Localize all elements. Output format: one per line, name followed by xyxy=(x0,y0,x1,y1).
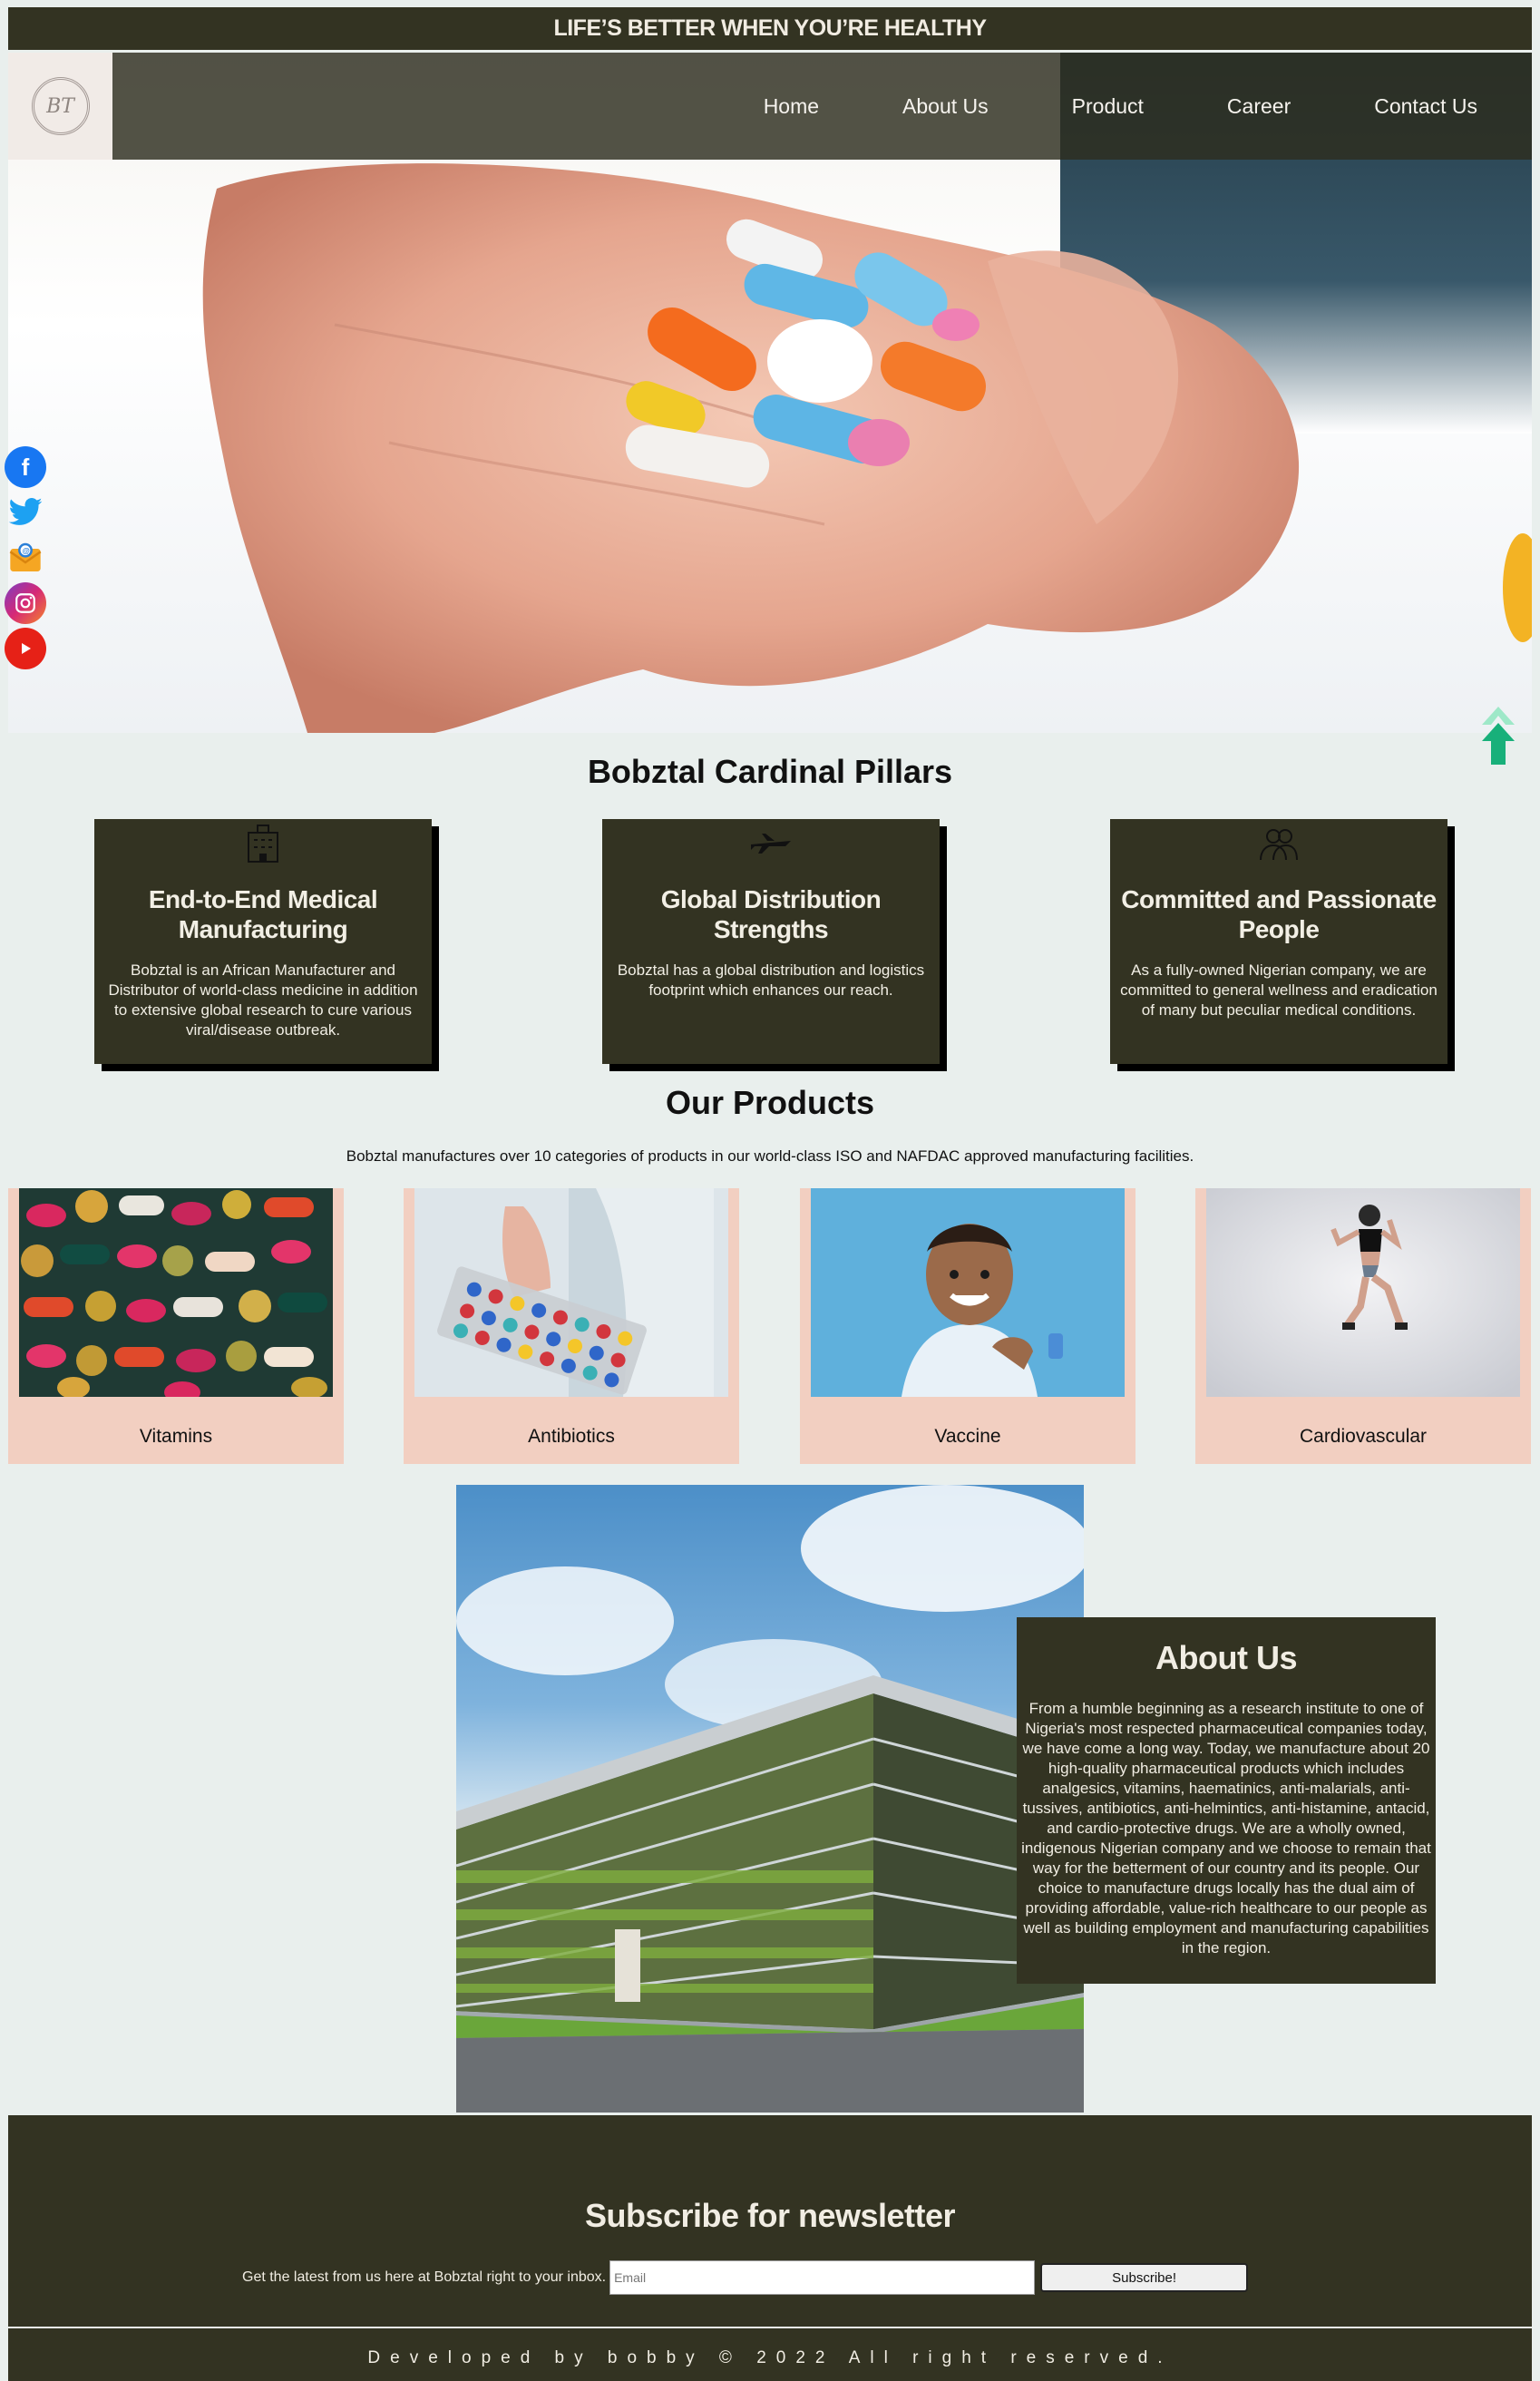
pillar-text: Bobztal has a global distribution and lo… xyxy=(617,961,925,999)
product-label: Cardiovascular xyxy=(1299,1426,1428,1447)
nav-home[interactable]: Home xyxy=(764,94,819,119)
youtube-icon[interactable] xyxy=(5,628,46,669)
product-card-vaccine[interactable]: Vaccine xyxy=(800,1188,1136,1464)
pillar-card-manufacturing: End-to-End Medical Manufacturing Bobztal… xyxy=(94,819,432,1064)
about-text: From a humble beginning as a research in… xyxy=(1021,1700,1431,1957)
product-label: Vaccine xyxy=(934,1426,1001,1447)
product-image-vaccine xyxy=(811,1188,1125,1397)
nav-contact-us[interactable]: Contact Us xyxy=(1374,94,1477,119)
pillar-title: End-to-End Medical Manufacturing xyxy=(148,885,378,943)
main-nav: Home About Us Product Career Contact Us xyxy=(680,53,1477,160)
people-icon xyxy=(1256,823,1301,864)
hero-banner: BT Home About Us Product Career Contact … xyxy=(8,53,1532,733)
product-image-vitamins xyxy=(19,1188,333,1397)
instagram-icon[interactable] xyxy=(5,582,46,624)
twitter-icon[interactable] xyxy=(5,492,46,533)
pillar-title: Global Distribution Strengths xyxy=(660,885,882,943)
social-sidebar: f @ xyxy=(5,446,48,673)
pillar-card-people: Committed and Passionate People As a ful… xyxy=(1110,819,1447,1064)
product-image-cardiovascular xyxy=(1206,1188,1520,1397)
about-title: About Us xyxy=(1155,1639,1297,1676)
svg-text:@: @ xyxy=(23,546,30,555)
newsletter-form: Get the latest from us here at Bobztal r… xyxy=(242,2260,1249,2295)
product-label: Antibiotics xyxy=(528,1426,615,1447)
facebook-icon[interactable]: f xyxy=(5,446,46,488)
nav-product[interactable]: Product xyxy=(1072,94,1144,119)
logo-mark: BT xyxy=(31,77,90,135)
footer-text: Developed by bobby © 2022 All right rese… xyxy=(367,2348,1173,2367)
pillar-text: Bobztal is an African Manufacturer and D… xyxy=(108,961,418,1039)
navbar: BT Home About Us Product Career Contact … xyxy=(8,53,1532,160)
tagline-text: LIFE’S BETTER WHEN YOU’RE HEALTHY xyxy=(553,15,987,41)
subscribe-button[interactable]: Subscribe! xyxy=(1040,2263,1249,2292)
nav-about-us[interactable]: About Us xyxy=(902,94,989,119)
email-input[interactable] xyxy=(609,2260,1036,2295)
pillar-text: As a fully-owned Nigerian company, we ar… xyxy=(1120,961,1438,1019)
airplane-icon xyxy=(748,823,794,864)
newsletter-section: Subscribe for newsletter Get the latest … xyxy=(8,2115,1532,2327)
pillar-card-distribution: Global Distribution Strengths Bobztal ha… xyxy=(602,819,940,1064)
products-subtitle: Bobztal manufactures over 10 categories … xyxy=(346,1147,1194,1165)
product-card-vitamins[interactable]: Vitamins xyxy=(8,1188,344,1464)
pillar-title: Committed and Passionate People xyxy=(1121,885,1437,943)
nav-career[interactable]: Career xyxy=(1227,94,1291,119)
newsletter-title: Subscribe for newsletter xyxy=(584,2197,956,2234)
factory-icon xyxy=(240,823,286,864)
products-title: Our Products xyxy=(665,1084,875,1121)
product-image-antibiotics xyxy=(414,1188,728,1397)
about-card: About Us From a humble beginning as a re… xyxy=(1017,1617,1436,1984)
newsletter-text: Get the latest from us here at Bobztal r… xyxy=(242,2269,607,2285)
product-card-cardiovascular[interactable]: Cardiovascular xyxy=(1195,1188,1531,1464)
tagline-bar: LIFE’S BETTER WHEN YOU’RE HEALTHY xyxy=(8,7,1532,50)
pillars-title: Bobztal Cardinal Pillars xyxy=(587,753,953,790)
about-image-building xyxy=(456,1485,1084,2113)
product-label: Vitamins xyxy=(139,1426,213,1447)
product-card-antibiotics[interactable]: Antibiotics xyxy=(404,1188,739,1464)
footer: Developed by bobby © 2022 All right rese… xyxy=(8,2328,1532,2381)
email-icon[interactable]: @ xyxy=(5,537,46,579)
logo[interactable]: BT xyxy=(8,53,112,160)
